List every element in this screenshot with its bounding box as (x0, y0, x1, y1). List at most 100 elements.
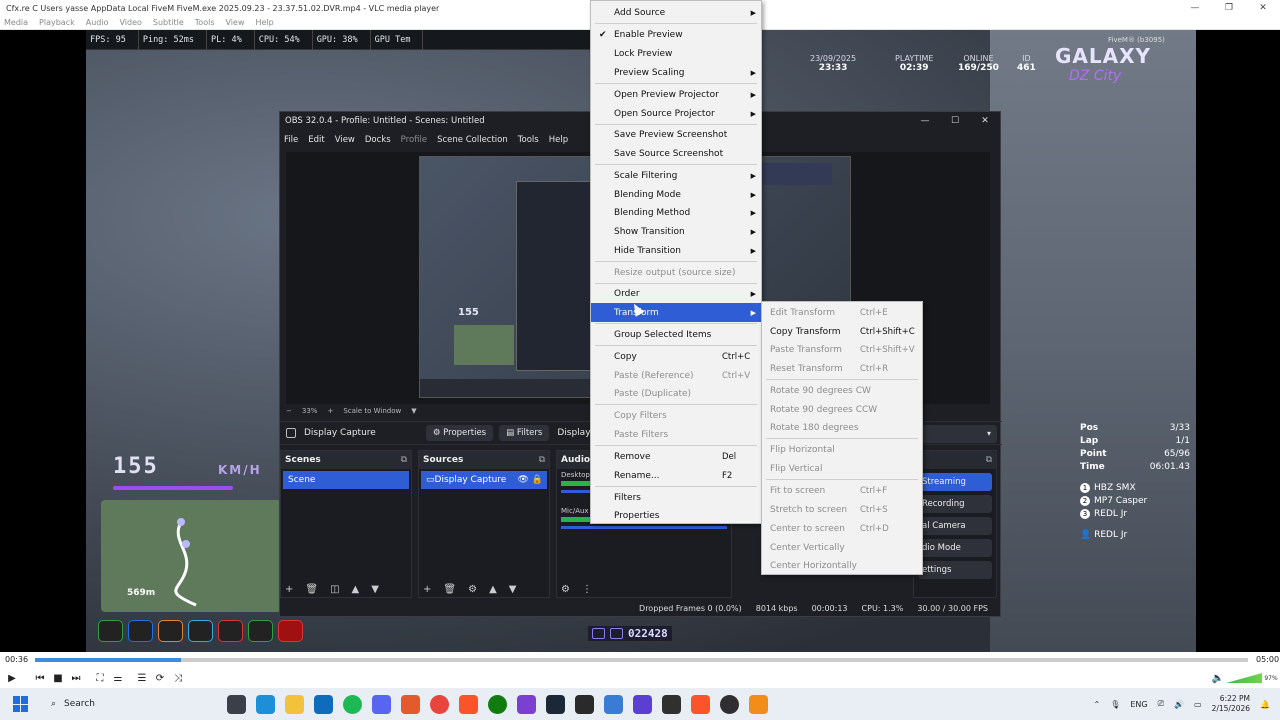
clock[interactable]: 6:22 PM 2/15/2026 (1212, 694, 1250, 714)
obs-menu-scene-collection[interactable]: Scene Collection (437, 135, 508, 145)
menu-copy-transform[interactable]: Copy Transform Ctrl+Shift+C (762, 322, 922, 341)
windows-start-icon[interactable] (13, 696, 29, 712)
menu-properties[interactable]: Properties (591, 506, 761, 525)
add-icon[interactable]: + (423, 584, 431, 595)
edge-icon[interactable] (256, 694, 275, 714)
vlc-menu-view[interactable]: View (226, 18, 245, 27)
obs-menu-file[interactable]: File (284, 135, 298, 145)
menu-lock-preview[interactable]: Lock Preview (591, 44, 761, 63)
up-icon[interactable]: ▲ (352, 584, 360, 595)
chevron-down-icon[interactable]: ▼ (411, 407, 416, 415)
speaker-icon[interactable]: 🔈 (1210, 673, 1226, 684)
vlc-menu-media[interactable]: Media (4, 18, 28, 27)
volume-control[interactable]: 🔈 97% (1210, 673, 1280, 684)
down-icon[interactable]: ▼ (371, 584, 379, 595)
store-icon[interactable] (314, 694, 333, 714)
vlc-menu-help[interactable]: Help (255, 18, 273, 27)
menu-stretch-to-screen[interactable]: Stretch to screen Ctrl+S (762, 500, 922, 519)
obs-menu-edit[interactable]: Edit (308, 135, 324, 145)
previous-icon[interactable]: ⏮ (31, 673, 49, 684)
maximize-icon[interactable]: ❐ (1212, 3, 1246, 13)
menu-reset-transform[interactable]: Reset Transform Ctrl+R (762, 359, 922, 378)
trash-icon[interactable]: 🗑 (443, 584, 456, 595)
gear-icon[interactable]: ⚙ (468, 584, 477, 595)
next-icon[interactable]: ⏭ (67, 673, 85, 684)
undock-icon[interactable]: ⧉ (539, 451, 545, 469)
trash-icon[interactable]: 🗑 (305, 584, 318, 595)
mic-volume-slider[interactable] (561, 526, 727, 529)
vlc-menu-audio[interactable]: Audio (86, 18, 109, 27)
play-icon[interactable]: ▶ (3, 673, 21, 684)
menu-open-source-projector[interactable]: Open Source Projector ▶ (591, 104, 761, 123)
brave-icon[interactable] (691, 694, 710, 714)
menu-rename[interactable]: Rename... F2 (591, 466, 761, 485)
epic-icon[interactable] (575, 694, 594, 714)
mic-icon[interactable]: 🎙 (1110, 700, 1120, 709)
menu-remove[interactable]: Remove Del (591, 447, 761, 466)
menu-enable-preview[interactable]: ✔ Enable Preview (591, 25, 761, 44)
extended-settings-icon[interactable]: ⚌ (109, 673, 127, 684)
notification-icon[interactable]: 🔔 (1260, 700, 1270, 709)
vlc-menu-tools[interactable]: Tools (195, 18, 215, 27)
settings-button[interactable]: ettings (918, 561, 992, 579)
chrome-icon[interactable] (430, 694, 449, 714)
menu-paste-filters[interactable]: Paste Filters (591, 425, 761, 444)
steam-icon[interactable] (546, 694, 565, 714)
vlc-menu-playback[interactable]: Playback (39, 18, 75, 27)
loop-icon[interactable]: ⟳ (151, 673, 169, 684)
gear-icon[interactable]: ⚙ (561, 584, 570, 595)
zoom-in-icon[interactable]: + (327, 407, 333, 415)
fullscreen-icon[interactable]: ⛶ (91, 673, 109, 684)
vlc-icon[interactable] (749, 694, 768, 714)
menu-group-selected[interactable]: Group Selected Items (591, 325, 761, 344)
vlc-menu-video[interactable]: Video (119, 18, 141, 27)
volume-slider[interactable] (1226, 673, 1263, 683)
start-streaming-button[interactable]: Streaming (918, 473, 992, 491)
menu-preview-scaling[interactable]: Preview Scaling ▶ (591, 63, 761, 82)
maximize-icon[interactable]: ☐ (940, 116, 970, 126)
properties-button[interactable]: ⚙ Properties (425, 425, 494, 441)
menu-blending-mode[interactable]: Blending Mode ▶ (591, 185, 761, 204)
scene-item[interactable]: Scene (283, 471, 409, 489)
app-icon[interactable] (662, 694, 681, 714)
virtual-camera-button[interactable]: al Camera (918, 517, 992, 535)
menu-paste-reference[interactable]: Paste (Reference) Ctrl+V (591, 366, 761, 385)
microphone-app-icon[interactable] (401, 694, 420, 714)
menu-center-to-screen[interactable]: Center to screen Ctrl+D (762, 519, 922, 538)
menu-flip-vertical[interactable]: Flip Vertical (762, 459, 922, 478)
taskbar-search[interactable]: ⌕ Search (41, 692, 141, 716)
file-explorer-icon[interactable] (285, 694, 304, 714)
spotify-icon[interactable] (343, 694, 362, 714)
menu-show-transition[interactable]: Show Transition ▶ (591, 222, 761, 241)
menu-copy-filters[interactable]: Copy Filters (591, 406, 761, 425)
eye-icon[interactable]: 👁 🔒 (518, 471, 544, 489)
down-icon[interactable]: ▼ (509, 584, 517, 595)
obs-icon[interactable] (720, 694, 739, 714)
filters-button[interactable]: ▤ Filters (499, 425, 550, 441)
menu-edit-transform[interactable]: Edit Transform Ctrl+E (762, 303, 922, 322)
scale-mode[interactable]: Scale to Window (343, 407, 401, 415)
minimize-icon[interactable]: — (910, 116, 940, 126)
zoom-out-icon[interactable]: − (286, 407, 292, 415)
menu-scale-filtering[interactable]: Scale Filtering ▶ (591, 166, 761, 185)
menu-rotate-ccw[interactable]: Rotate 90 degrees CCW (762, 400, 922, 419)
minimize-icon[interactable]: — (1178, 3, 1212, 13)
vlc-menu-subtitle[interactable]: Subtitle (153, 18, 184, 27)
menu-center-horizontally[interactable]: Center Horizontally (762, 556, 922, 575)
menu-center-vertically[interactable]: Center Vertically (762, 538, 922, 557)
volume-icon[interactable]: 🔊 (1174, 700, 1184, 709)
menu-rotate-180[interactable]: Rotate 180 degrees (762, 418, 922, 437)
menu-hide-transition[interactable]: Hide Transition ▶ (591, 241, 761, 260)
studio-mode-button[interactable]: dio Mode (918, 539, 992, 557)
battery-icon[interactable]: ▭ (1194, 700, 1202, 709)
add-icon[interactable]: + (285, 584, 293, 595)
undock-icon[interactable]: ⧉ (401, 451, 407, 469)
seek-slider[interactable] (35, 658, 1248, 662)
chevron-up-icon[interactable]: ⌃ (1094, 700, 1101, 709)
menu-transform[interactable]: Transform ▶ (591, 303, 761, 322)
app-icon[interactable] (604, 694, 623, 714)
menu-filters[interactable]: Filters (591, 488, 761, 507)
menu-save-preview-screenshot[interactable]: Save Preview Screenshot (591, 125, 761, 144)
menu-add-source[interactable]: Add Source ▶ (591, 3, 761, 22)
xbox-icon[interactable] (488, 694, 507, 714)
